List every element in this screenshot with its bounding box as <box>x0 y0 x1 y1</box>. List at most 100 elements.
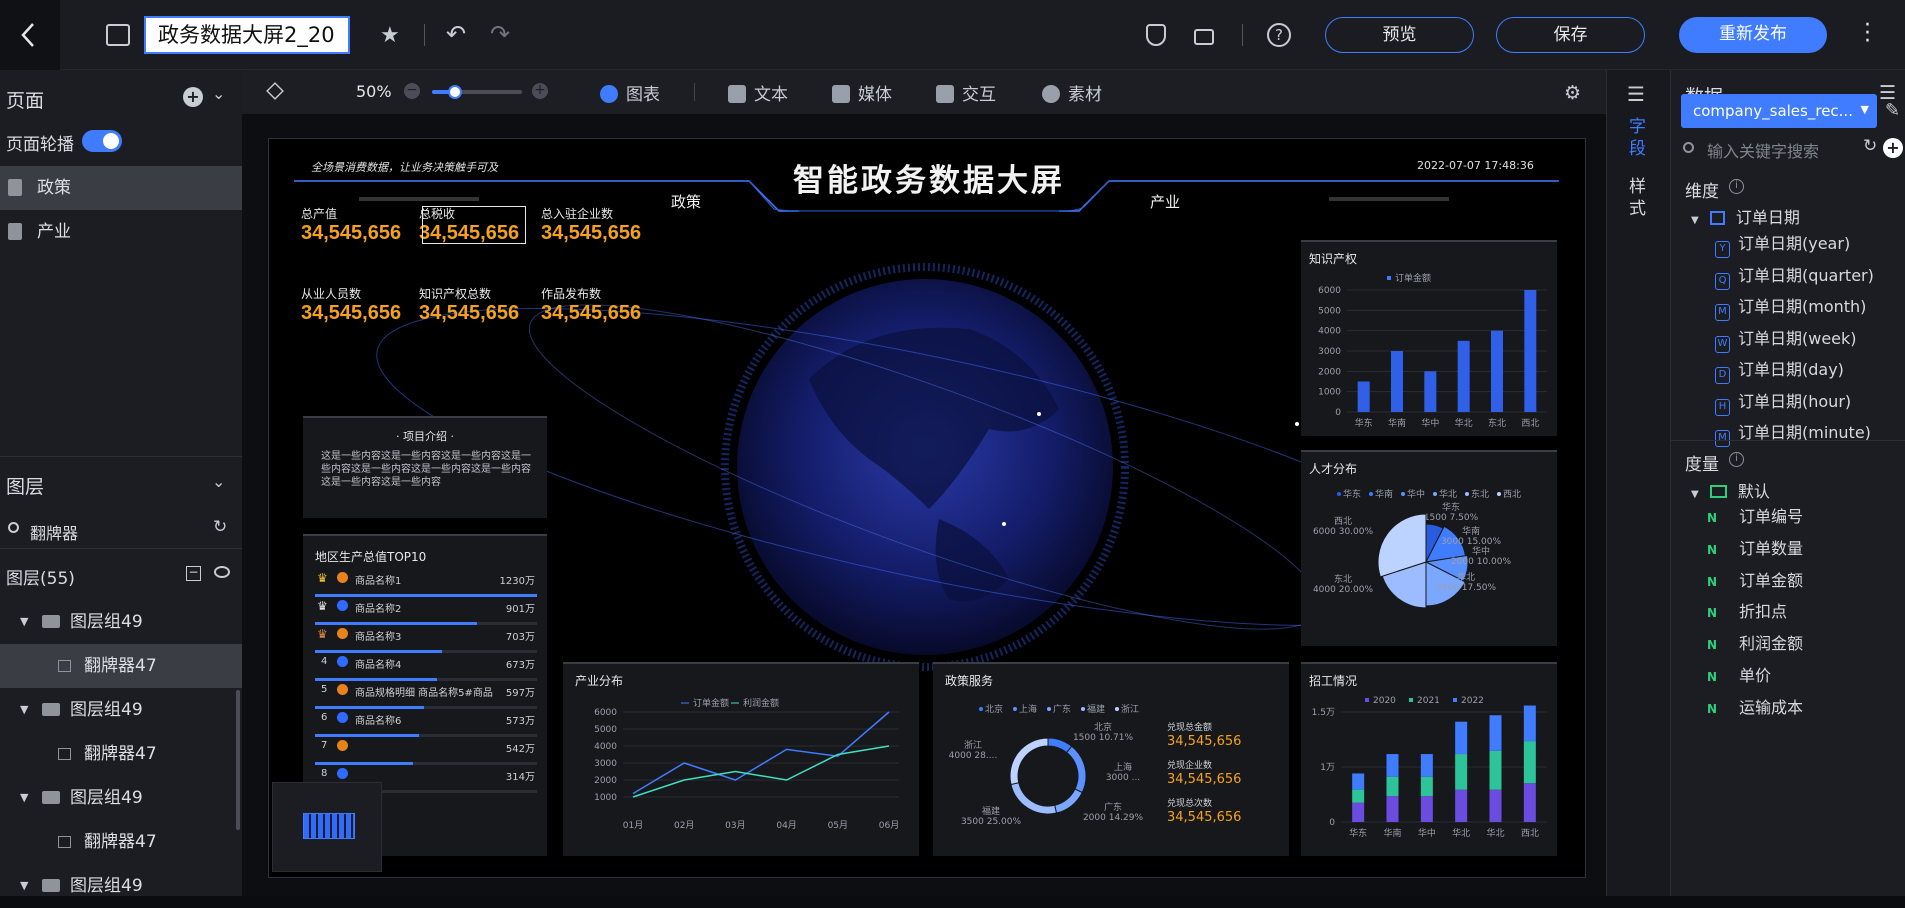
policy-card[interactable]: 政策服务 北京 上海 广东 福建 浙江 北京 1500 10.71% 上海 3000 ... 广东… <box>933 662 1289 856</box>
layer-group[interactable]: ▼ 图层组49 <box>0 688 242 732</box>
layer-search-input[interactable]: 翻牌器 <box>30 520 78 544</box>
eye-icon[interactable] <box>214 566 230 578</box>
bar <box>1391 351 1403 412</box>
shield-icon[interactable] <box>1146 24 1166 46</box>
publish-button[interactable]: 重新发布 <box>1679 17 1827 53</box>
datetime: 2022-07-07 17:48:36 <box>1417 159 1534 172</box>
zoom-value: 50% <box>356 82 392 101</box>
page-item-industry[interactable]: 产业 <box>0 210 242 254</box>
canvas-toolbar: 50% − + 图表 文本 媒体 交互 素材 ⚙ <box>242 70 1606 114</box>
industry-card[interactable]: 产业分布 订单金额 利润金额 1000 2000 3000 4000 5000 6000 01月… <box>563 662 919 856</box>
bar-segment <box>1352 789 1365 803</box>
layer-item[interactable]: 翻牌器47 <box>0 644 242 688</box>
bar-segment <box>1523 783 1536 822</box>
slice-name: 华中 <box>1472 545 1490 557</box>
legend-label: 华东 <box>1343 488 1361 500</box>
minimap[interactable] <box>272 782 382 872</box>
rank-number: 4 <box>321 656 328 667</box>
scrollbar[interactable] <box>236 690 240 830</box>
x-tick-label: 华中 <box>1418 827 1436 839</box>
legend-label: 华北 <box>1439 488 1457 500</box>
layer-item[interactable]: 翻牌器47 <box>0 820 242 864</box>
undo-icon[interactable]: ↶ <box>446 20 466 48</box>
layer-group[interactable]: ▼ 图层组49 <box>0 600 242 644</box>
slice-label: 3500 17.50% <box>1436 583 1497 593</box>
chevron-down-icon[interactable]: ⌄ <box>212 84 225 103</box>
tool-assets[interactable]: 素材 <box>1042 80 1102 105</box>
selection-box[interactable] <box>422 206 526 244</box>
page-item-policy[interactable]: 政策 <box>0 166 242 210</box>
dashboard-screen[interactable]: 全场景消费数据，让业务决策触手可及 智能政务数据大屏 2022-07-07 17… <box>268 138 1586 878</box>
refresh-icon[interactable]: ↻ <box>213 517 227 537</box>
field-search-input[interactable]: 输入关键字搜索 <box>1707 138 1819 162</box>
slice-label: 2000 10.00% <box>1451 557 1512 567</box>
add-field-icon[interactable]: + <box>1883 138 1903 158</box>
save-button[interactable]: 保存 <box>1496 17 1645 53</box>
tool-text[interactable]: 文本 <box>728 80 788 105</box>
image-icon <box>832 85 850 103</box>
product-icon <box>337 740 348 751</box>
bar <box>1457 340 1470 412</box>
zoom-out-icon[interactable]: − <box>404 83 420 99</box>
tool-media[interactable]: 媒体 <box>832 80 892 105</box>
layer-item[interactable]: 翻牌器47 <box>0 732 242 776</box>
x-tick-label: 华南 <box>1383 827 1401 839</box>
talent-card[interactable]: 人才分布 华东 华南 华中 华北 东北 西北 华东 1500 7.50% 华南 3000 15.0… <box>1301 450 1557 646</box>
zoom-slider[interactable] <box>432 85 522 99</box>
lock-icon[interactable] <box>1194 29 1214 45</box>
layer-group[interactable]: ▼ 图层组49 <box>0 864 242 908</box>
collapse-panel-icon[interactable]: ☰ <box>1627 82 1645 106</box>
zoom-slider-thumb[interactable] <box>447 85 462 99</box>
add-page-icon[interactable]: + <box>183 87 203 107</box>
intro-title: · 项目介绍 · <box>396 430 454 443</box>
gear-icon[interactable]: ⚙ <box>1564 82 1581 104</box>
tool-interact[interactable]: 交互 <box>936 80 996 105</box>
bar <box>1524 290 1537 412</box>
crown-icon: ♛ <box>317 627 328 641</box>
dimension-field[interactable]: M 订单日期(minute) <box>1671 414 1905 452</box>
x-tick-label: 华东 <box>1349 827 1367 839</box>
carousel-toggle[interactable] <box>82 130 122 152</box>
hierarchy-icon <box>1709 211 1725 225</box>
stat-value: 34,545,656 <box>1167 734 1242 749</box>
legend-swatch <box>1497 492 1501 496</box>
page-icon <box>8 223 22 240</box>
measure-field[interactable]: N 运输成本 <box>1671 689 1905 727</box>
tab-style[interactable]: 样式 <box>1629 176 1649 220</box>
zoom-in-icon[interactable]: + <box>532 83 548 99</box>
kpi-value: 34,545,656 <box>419 302 520 324</box>
y-tick-label: 3000 <box>1318 347 1341 357</box>
more-icon[interactable]: · · · <box>1864 15 1871 53</box>
folder-icon <box>42 879 60 892</box>
folder-icon <box>42 703 60 716</box>
product-value: 1230万 <box>499 576 535 587</box>
layer-group[interactable]: ▼ 图层组49 <box>0 776 242 820</box>
knowledge-card[interactable]: 知识产权 订单金额 0 1000 2000 3000 4000 5000 6000 华东 华南 华中… <box>1301 240 1557 436</box>
help-icon[interactable]: ? <box>1267 23 1291 47</box>
product-icon <box>337 656 348 667</box>
divider <box>1671 440 1905 441</box>
layers-icon[interactable] <box>266 82 284 100</box>
collapse-icon[interactable]: − <box>186 566 201 581</box>
title-input[interactable]: 政务数据大屏2_20 <box>144 16 350 54</box>
chevron-down-icon[interactable]: ⌄ <box>212 472 225 491</box>
text-icon <box>728 85 746 103</box>
tab-fields[interactable]: 字段 <box>1629 116 1649 160</box>
star-icon[interactable]: ★ <box>380 23 400 48</box>
redo-icon[interactable]: ↷ <box>490 20 510 48</box>
intro-card[interactable]: · 项目介绍 · 这是一些内容这是一些内容这是一些内容这是一些内容这是一些内容这… <box>303 416 547 518</box>
edit-icon[interactable]: ✎ <box>1885 100 1900 121</box>
recruit-card[interactable]: 招工情况 2020 2021 2022 0 1万 1.5万 华东 华南 华中 华北 华北 西北 <box>1301 662 1557 856</box>
preview-button[interactable]: 预览 <box>1325 17 1474 53</box>
tool-chart[interactable]: 图表 <box>600 80 660 105</box>
product-icon <box>337 572 348 583</box>
minimap-viewport[interactable] <box>303 813 355 839</box>
dataset-select[interactable]: company_sales_rec... ▼ <box>1681 94 1877 128</box>
donut-slice <box>1054 788 1083 814</box>
refresh-icon[interactable]: ↻ <box>1863 136 1877 156</box>
back-icon[interactable] <box>0 0 60 70</box>
legend-label: 福建 <box>1087 703 1105 715</box>
measure-title: 度量 <box>1685 455 1719 475</box>
layer-label: 图层组49 <box>70 612 143 632</box>
layer-count: 图层(55) <box>6 569 75 589</box>
